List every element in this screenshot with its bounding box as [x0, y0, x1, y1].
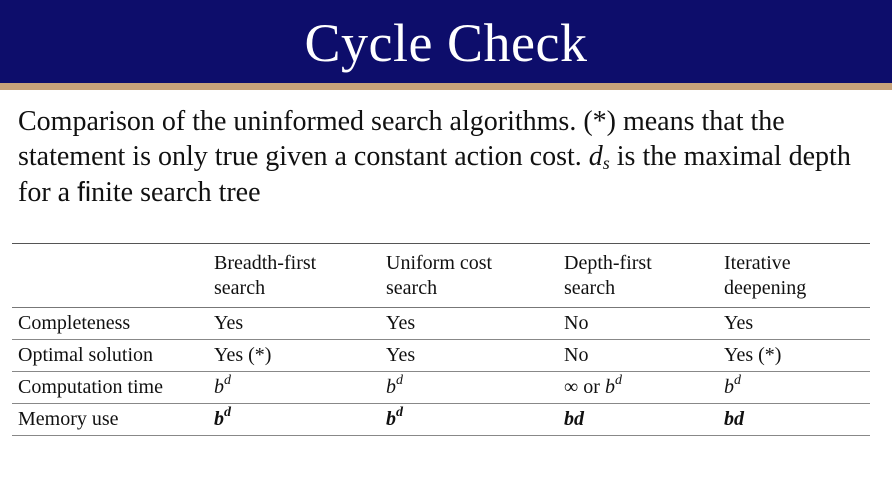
table-row-optimal-solution: Optimal solution Yes (*) Yes No Yes (*) — [12, 340, 870, 372]
header-line: search — [214, 277, 266, 299]
math-expression: bd — [604, 373, 622, 399]
table-row-computation-time: Computation time bd bd ∞ or bd bd — [12, 372, 870, 404]
math-expression: bd — [214, 405, 231, 431]
table-cell: Yes — [214, 312, 244, 334]
header-line: search — [564, 277, 616, 299]
description-paragraph: Comparison of the uninformed search algo… — [18, 104, 880, 210]
table-cell: bd — [208, 372, 380, 404]
math-base: b — [214, 408, 224, 430]
slide: Cycle Check Comparison of the uninformed… — [0, 0, 892, 486]
header-line: search — [386, 277, 438, 299]
table-row-memory-use: Memory use bd bd bd bd — [12, 404, 870, 436]
math-exponent: d — [734, 373, 741, 388]
ds-symbol: ds — [589, 141, 610, 172]
row-label: Computation time — [18, 376, 163, 398]
math-expression: bd — [386, 373, 403, 399]
math-expression: bd — [564, 408, 584, 430]
header-breadth-first: Breadth-first search — [208, 244, 380, 308]
math-expression: bd — [386, 405, 403, 431]
math-expression: bd — [724, 408, 744, 430]
row-label: Optimal solution — [18, 344, 153, 366]
slide-title: Cycle Check — [304, 12, 588, 73]
math-base: b — [214, 376, 224, 398]
math-base: b — [724, 376, 734, 398]
table-cell: bd — [718, 372, 870, 404]
math-exponent: d — [396, 405, 403, 420]
fi-ligature: fi — [77, 176, 92, 207]
math-exponent: d — [224, 373, 231, 388]
row-label: Completeness — [18, 312, 131, 334]
math-exponent: d — [396, 373, 403, 388]
table-cell: Yes (*) — [724, 344, 782, 366]
header-line: Iterative — [724, 252, 791, 274]
math-expression: bd — [724, 373, 741, 399]
infinity-symbol: ∞ — [564, 376, 579, 398]
comparison-table: Breadth-first search Uniform cost search D… — [12, 243, 870, 436]
math-exponent: d — [614, 373, 622, 388]
table-cell: bd — [380, 372, 558, 404]
header-line: Depth-first — [564, 252, 652, 274]
title-divider — [0, 83, 892, 90]
math-exponent: d — [224, 405, 231, 420]
table-cell: Yes — [386, 344, 416, 366]
table-cell: No — [564, 344, 589, 366]
table-cell: bd — [558, 404, 718, 436]
table-row-completeness: Completeness Yes Yes No Yes — [12, 308, 870, 340]
header-uniform-cost: Uniform cost search — [380, 244, 558, 308]
table-cell: No — [564, 312, 589, 334]
title-bar: Cycle Check — [0, 0, 892, 83]
table-header-row: Breadth-first search Uniform cost search D… — [12, 243, 870, 308]
table-cell: bd — [718, 404, 870, 436]
math-base: b — [386, 376, 396, 398]
row-label: Memory use — [18, 408, 119, 430]
header-line: deepening — [724, 277, 807, 299]
ds-base: d — [588, 141, 603, 172]
math-base: b — [604, 376, 615, 398]
table-cell: bd — [380, 404, 558, 436]
header-empty-cell — [12, 244, 208, 308]
table-cell: Yes — [724, 312, 754, 334]
header-line: Uniform cost — [386, 252, 493, 274]
header-line: Breadth-first — [214, 252, 317, 274]
header-iterative-deepening: Iterative deepening — [718, 244, 870, 308]
table-cell: Yes — [386, 312, 416, 334]
math-expression: bd — [214, 373, 231, 399]
table-cell: bd — [208, 404, 380, 436]
or-text: or — [578, 376, 605, 398]
ds-subscript: s — [602, 153, 610, 173]
description-text-3: nite search tree — [91, 177, 261, 208]
math-base: b — [386, 408, 396, 430]
table-cell: ∞ or bd — [558, 372, 718, 404]
table-cell: Yes (*) — [214, 344, 272, 366]
header-depth-first: Depth-first search — [558, 244, 718, 308]
